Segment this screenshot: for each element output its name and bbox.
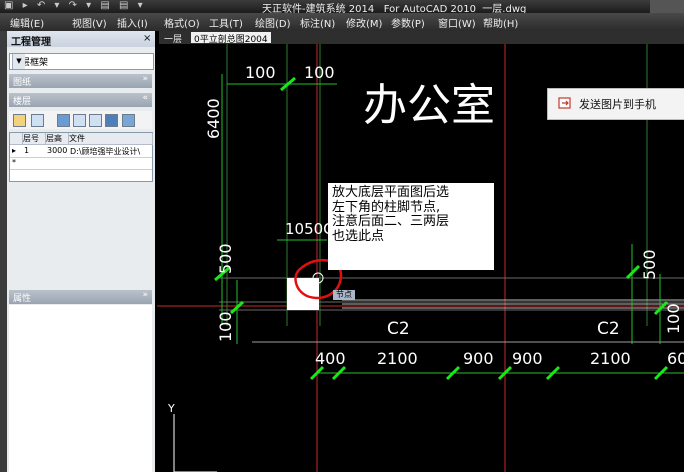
menu-format[interactable]: 格式(O)	[164, 15, 200, 30]
project-select[interactable]: 三层框架 ▼	[9, 53, 154, 70]
dim-text-bottom-4: 900	[512, 349, 543, 368]
help-search-box[interactable]	[650, 0, 684, 13]
expand-icon[interactable]: »	[142, 74, 148, 84]
row-marker-icon: ▸	[12, 146, 17, 155]
floor-toolbar	[9, 111, 152, 129]
menu-bar: 编辑(E) 视图(V) 插入(I) 格式(O) 工具(T) 绘图(D) 标注(N…	[0, 13, 684, 31]
snap-tooltip: 节点	[333, 290, 355, 300]
menu-edit[interactable]: 编辑(E)	[10, 15, 44, 30]
send-to-phone-label: 发送图片到手机	[579, 98, 656, 111]
dim-text-bottom-2: 2100	[377, 349, 418, 368]
dim-text-left-100: 100	[216, 311, 235, 342]
dim-text-left-500: 500	[216, 243, 235, 274]
menu-dimension[interactable]: 标注(N)	[300, 15, 335, 30]
row-divider	[10, 157, 152, 158]
menu-help[interactable]: 帮助(H)	[483, 15, 518, 30]
build-model-icon[interactable]	[57, 114, 70, 127]
elevation-icon[interactable]	[73, 114, 86, 127]
section-properties-label: 属性	[13, 294, 32, 304]
table-cell-floor-no[interactable]: 1	[24, 146, 45, 155]
dim-text-bottom-1: 400	[315, 349, 346, 368]
callout-line-1: 放大底层平面图后选	[332, 185, 450, 200]
chevron-down-icon[interactable]: ▼	[12, 54, 25, 69]
send-image-icon	[558, 97, 571, 109]
ucs-y-label: Y	[167, 402, 175, 415]
dim-text-column: 1050C	[285, 220, 334, 238]
table-corner	[10, 133, 23, 145]
perspective-icon[interactable]	[105, 114, 118, 127]
collapse-icon[interactable]: «	[142, 93, 148, 103]
building-icon[interactable]	[122, 114, 135, 127]
callout-line-2: 左下角的柱脚节点,	[332, 199, 441, 215]
dim-text-top-1: 100	[245, 63, 276, 82]
section-view-icon[interactable]	[89, 114, 102, 127]
section-floors-label: 楼层	[13, 97, 32, 107]
dim-text-top-2: 100	[304, 63, 335, 82]
open-folder-icon[interactable]	[13, 114, 26, 127]
table-header-file: 文件	[69, 133, 153, 145]
menu-window[interactable]: 窗口(W)	[438, 15, 476, 30]
floor-table: 层号 层高 文件 ▸ 1 3000 D:\顾培强毕业设计\ *	[9, 132, 153, 182]
callout-line-3: 注意后面二、三两层	[332, 214, 450, 229]
new-row-marker-icon: *	[12, 158, 16, 167]
row-divider	[10, 169, 152, 170]
section-drawings-label: 图纸	[13, 78, 32, 88]
expand-icon[interactable]: »	[142, 290, 148, 300]
quick-access-toolbar[interactable]: ▣ ▸ ↶ ▾ ↷ ▾ ▤ ▤ ▾	[4, 0, 146, 11]
dim-text-bottom-3: 900	[463, 349, 494, 368]
floor-table-icon[interactable]	[31, 114, 44, 127]
column-label: C2	[597, 319, 620, 339]
section-drawings-header[interactable]: 图纸 »	[9, 74, 152, 88]
instruction-callout: 放大底层平面图后选 左下角的柱脚节点, 注意后面二、三两层 也选此点	[328, 183, 494, 270]
menu-view[interactable]: 视图(V)	[72, 15, 107, 30]
title-bar: ▣ ▸ ↶ ▾ ↷ ▾ ▤ ▤ ▾ 天正软件-建筑系统 2014 For Aut…	[0, 0, 684, 15]
table-cell-height[interactable]: 3000	[47, 146, 68, 155]
table-cell-file[interactable]: D:\顾培强毕业设计\	[70, 146, 152, 157]
panel-title: 工程管理	[11, 37, 51, 48]
panel-grip-strip[interactable]	[0, 31, 7, 472]
dim-text-bottom-6: 60	[667, 349, 684, 368]
dim-text-bottom-5: 2100	[590, 349, 631, 368]
dim-text-right-100: 100	[664, 303, 683, 334]
menu-tools[interactable]: 工具(T)	[209, 15, 243, 30]
callout-line-4: 也选此点	[332, 228, 385, 244]
send-to-phone-button[interactable]: 发送图片到手机	[547, 88, 684, 120]
panel-titlebar: 工程管理 ×	[7, 31, 155, 48]
menu-insert[interactable]: 插入(I)	[117, 15, 148, 30]
tab-site-plan[interactable]: 0平立剖总图2004	[191, 32, 271, 45]
close-icon[interactable]: ×	[143, 33, 151, 44]
tab-floor-1[interactable]: 一层	[161, 32, 185, 45]
menu-draw[interactable]: 绘图(D)	[255, 15, 291, 30]
document-tabbar: 一层 0平立剖总图2004	[159, 31, 684, 45]
dim-text-vertical-6400: 6400	[204, 98, 223, 139]
table-header-floor-no: 层号	[23, 133, 46, 145]
section-properties-header[interactable]: 属性 »	[9, 290, 152, 304]
room-label: 办公室	[363, 80, 495, 131]
section-floors-header[interactable]: 楼层 «	[9, 93, 152, 107]
dimension-tick	[625, 264, 641, 280]
table-header-height: 层高	[46, 133, 69, 145]
properties-area	[9, 305, 152, 472]
menu-modify[interactable]: 修改(M)	[346, 15, 382, 30]
column-label: C2	[387, 319, 410, 339]
menu-params[interactable]: 参数(P)	[391, 15, 425, 30]
dim-text-right-500: 500	[640, 249, 659, 280]
